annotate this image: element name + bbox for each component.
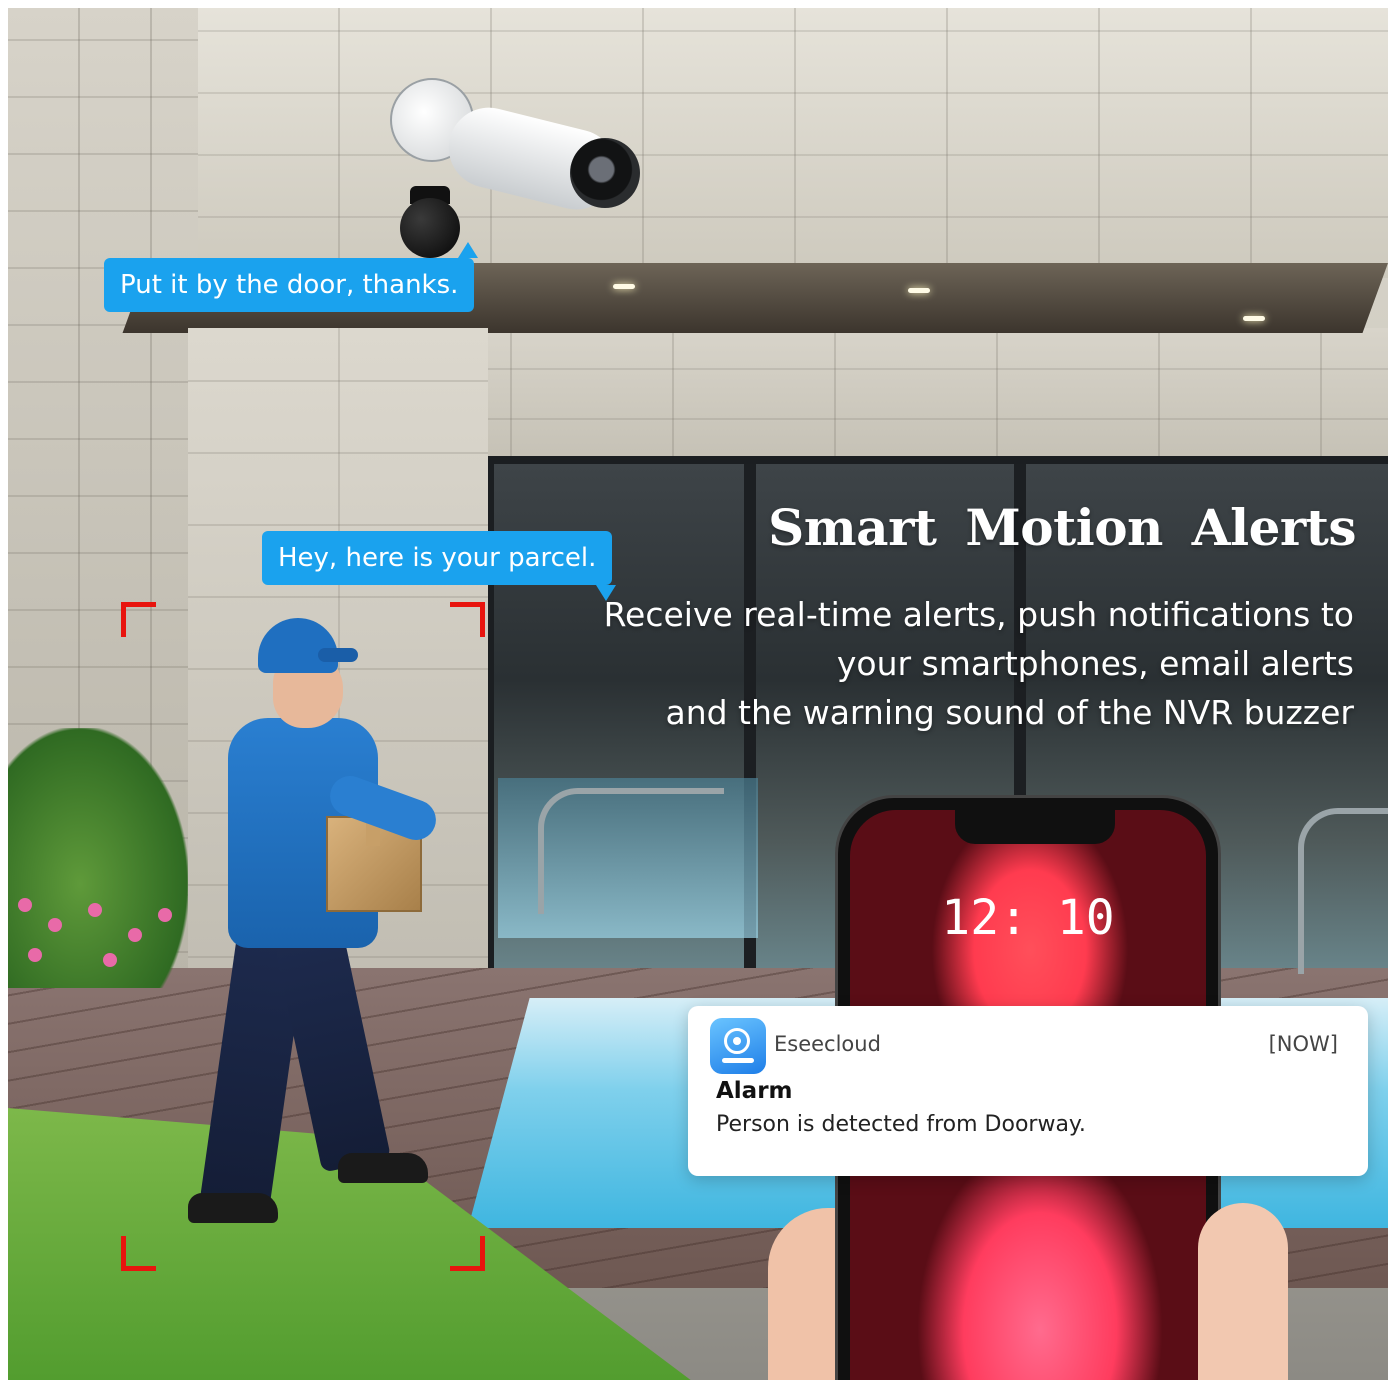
pool-railing	[538, 788, 724, 914]
thumb	[1198, 1203, 1288, 1380]
detection-corner-top-left	[121, 602, 156, 637]
notification-app-name: Eseecloud	[774, 1032, 881, 1056]
detection-corner-bottom-right	[450, 1236, 485, 1271]
delivery-person	[178, 618, 458, 1258]
ceiling-light	[613, 284, 635, 289]
camera-speaker	[400, 198, 460, 258]
detection-corner-bottom-left	[121, 1236, 156, 1271]
phone-notch	[955, 810, 1115, 844]
camera-speech-bubble: Put it by the door, thanks.	[104, 242, 479, 312]
headline-description: Receive real-time alerts, push notificat…	[534, 590, 1354, 737]
shoe	[188, 1193, 278, 1223]
product-scene: Put it by the door, thanks. Hey, here is…	[8, 8, 1388, 1380]
ceiling-light	[908, 288, 930, 293]
camera-icon	[710, 1018, 766, 1074]
pool-railing	[1298, 808, 1388, 974]
shoe	[338, 1153, 428, 1183]
lock-screen-clock: 12: 10	[941, 890, 1115, 946]
detection-corner-top-right	[450, 602, 485, 637]
flower-bed	[8, 888, 188, 988]
notification-title: Alarm	[716, 1078, 793, 1104]
building-upper-wall	[188, 8, 1388, 278]
leg	[274, 933, 392, 1173]
notification-body: Person is detected from Doorway.	[716, 1112, 1086, 1137]
cap	[258, 618, 338, 673]
camera-lens	[570, 138, 640, 208]
ceiling-light	[1243, 316, 1265, 321]
description-line: and the warning sound of the NVR buzzer	[665, 693, 1354, 732]
push-notification[interactable]: Eseecloud [NOW] Alarm Person is detected…	[688, 1006, 1368, 1176]
person-speech-bubble: Hey, here is your parcel.	[262, 531, 617, 601]
security-camera	[380, 68, 640, 268]
headline-title: Smart Motion Alerts	[768, 498, 1356, 557]
cap-brim	[318, 648, 358, 662]
description-line: Receive real-time alerts, push notificat…	[603, 595, 1354, 634]
notification-time: [NOW]	[1268, 1032, 1338, 1056]
description-line: your smartphones, email alerts	[836, 644, 1354, 683]
